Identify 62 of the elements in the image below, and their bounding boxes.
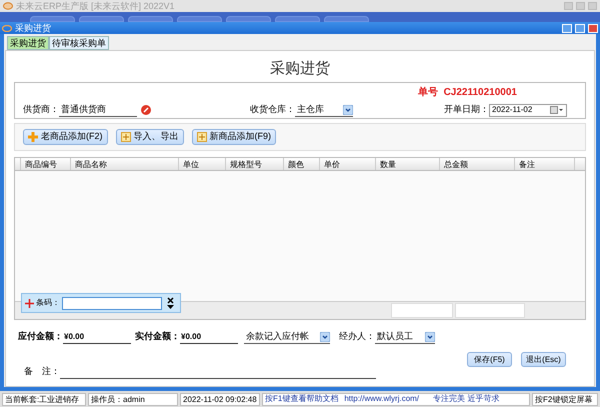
date-label: 开单日期：	[444, 103, 489, 116]
cloud-logo-icon	[2, 24, 12, 32]
background-tab[interactable]	[226, 16, 271, 22]
toolbar-button[interactable]: 老商品添加(F2)	[23, 129, 108, 145]
plus-icon	[28, 132, 38, 142]
payable-label: 应付金额：	[18, 330, 63, 344]
background-tab[interactable]	[324, 16, 369, 22]
column-header: 总金额	[440, 158, 515, 170]
supplier-label: 供货商：	[23, 103, 59, 116]
handler-label: 经办人：	[339, 330, 375, 344]
background-tab[interactable]	[177, 16, 222, 22]
status-lock: 按F2键锁定屏幕	[532, 392, 598, 406]
column-header: 单价	[320, 158, 376, 170]
tab[interactable]: 采购进货	[7, 36, 49, 50]
barcode-input[interactable]	[62, 296, 162, 310]
status-slogan: 专注完美 近乎苛求	[433, 393, 500, 405]
status-account: 当前帐套:工业进销存	[2, 392, 86, 406]
column-header: 商品编号	[21, 158, 71, 170]
cloud-logo-icon	[3, 2, 13, 10]
status-help: 按F1键查看帮助文档	[265, 393, 338, 405]
handler-dropdown[interactable]: 默认员工	[375, 330, 435, 344]
payable-field: ¥0.00	[63, 330, 131, 344]
add-box-icon	[196, 132, 206, 142]
background-tab[interactable]	[30, 16, 75, 22]
barcode-label: 条码：	[36, 297, 60, 309]
app-title: 未来云ERP生产版 [未来云软件] 2022V1	[16, 2, 175, 10]
background-tab[interactable]	[79, 16, 124, 22]
balance-dropdown[interactable]: 余款记入应付帐	[244, 330, 330, 344]
dropdown-icon	[320, 332, 330, 342]
window-title: 采购进货	[15, 24, 51, 32]
column-header: 单位	[179, 158, 226, 170]
order-number: 单号 CJ22110210001	[418, 86, 517, 100]
caret-icon[interactable]	[167, 304, 174, 310]
paid-field[interactable]: ¥0.00	[180, 330, 238, 344]
add-box-icon	[120, 132, 130, 142]
form-title: 采购进货	[269, 61, 331, 76]
column-header: 商品名称	[71, 158, 179, 170]
column-header: 数量	[376, 158, 440, 170]
status-operator: 操作员：admin	[88, 392, 178, 406]
dropdown-icon	[425, 332, 435, 342]
column-header: 规格型号	[226, 158, 284, 170]
background-tab[interactable]	[128, 16, 173, 22]
toolbar-button[interactable]: 导入、导出	[116, 129, 184, 145]
close-icon[interactable]	[167, 296, 174, 304]
toolbar-button[interactable]: 新商品添加(F9)	[192, 129, 276, 145]
background-tab[interactable]	[275, 16, 320, 22]
warehouse-label: 收货仓库：	[250, 103, 295, 116]
paid-label: 实付金额：	[135, 330, 180, 344]
action-button[interactable]: 退出(Esc)	[521, 352, 566, 367]
remark-label: 备	[24, 365, 34, 378]
supplier-field[interactable]: 普通供货商	[59, 103, 137, 117]
warehouse-dropdown[interactable]: 主仓库	[295, 103, 353, 117]
action-button[interactable]: 保存(F5)	[467, 352, 512, 367]
date-picker[interactable]: 2022-11-02	[489, 104, 567, 116]
remark-label: 注：	[42, 365, 60, 378]
column-header: 颜色	[284, 158, 320, 170]
dropdown-icon	[343, 104, 353, 114]
status-link[interactable]: http://www.wlyrj.com/	[344, 393, 420, 405]
tab[interactable]: 待审核采购单	[49, 36, 109, 50]
status-datetime: 2022-11-02 09:02:48	[180, 392, 260, 406]
calendar-icon	[550, 106, 564, 114]
column-header: 备注	[515, 158, 575, 170]
